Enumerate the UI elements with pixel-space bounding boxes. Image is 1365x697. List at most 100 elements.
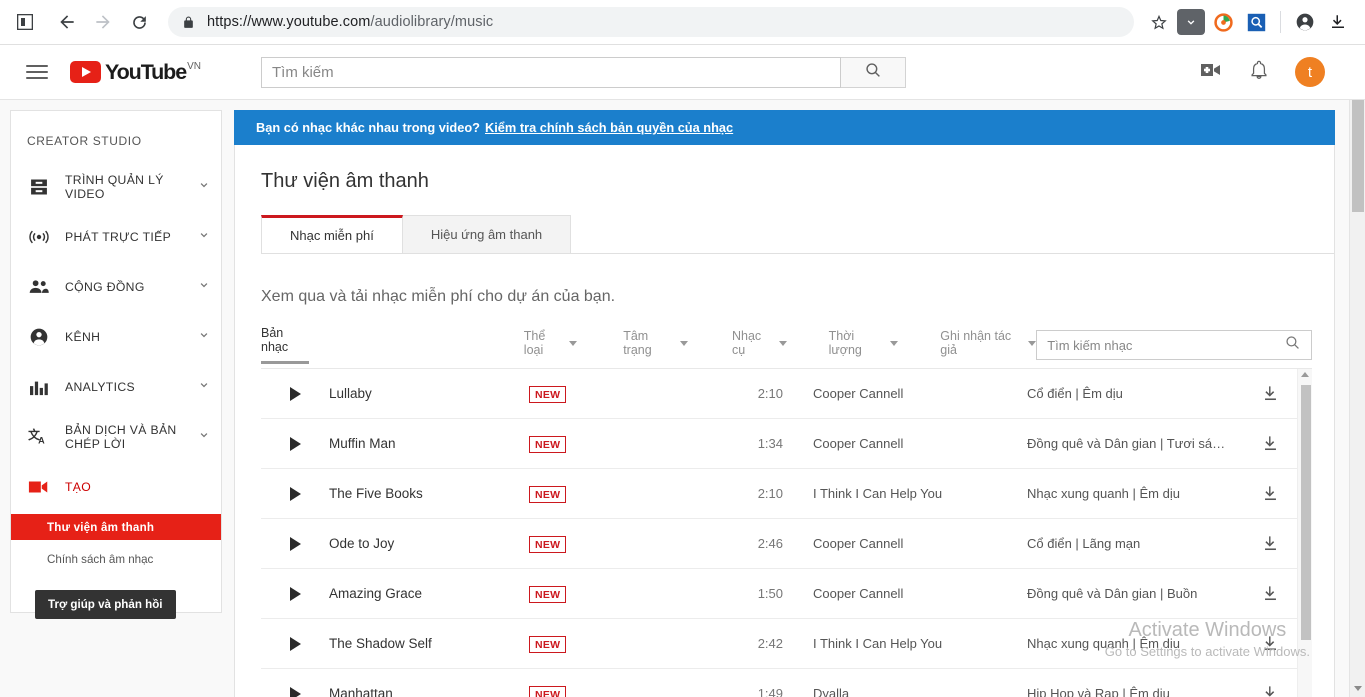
- filter-attribution[interactable]: Ghi nhận tác giả: [940, 329, 1037, 368]
- badge-cell: NEW: [529, 635, 729, 653]
- sidebar-subitem-music-policy[interactable]: Chính sách âm nhạc: [11, 546, 221, 572]
- chevron-down-icon[interactable]: [193, 178, 211, 197]
- create-video-red-icon: [27, 479, 51, 495]
- sidebar-item-create[interactable]: TẠO: [11, 462, 221, 512]
- play-triangle-icon: [289, 586, 301, 601]
- translate-icon: 文A: [27, 427, 51, 447]
- play-button[interactable]: [261, 386, 329, 401]
- star-icon[interactable]: [1144, 7, 1174, 37]
- download-button[interactable]: [1250, 484, 1290, 503]
- download-button[interactable]: [1250, 634, 1290, 653]
- play-button[interactable]: [261, 536, 329, 551]
- chevron-down-icon[interactable]: [193, 228, 211, 247]
- tab-restore-icon[interactable]: [12, 9, 38, 35]
- sidebar-item-analytics[interactable]: ANALYTICS: [11, 362, 221, 412]
- track-artist: I Think I Can Help You: [813, 636, 943, 651]
- chevron-down-icon[interactable]: [193, 378, 211, 397]
- table-row[interactable]: Ode to Joy NEW 2:46 Cooper Cannell Cổ điển |…: [261, 519, 1312, 569]
- status-badge: NEW: [529, 485, 567, 503]
- video-camera-plus-icon[interactable]: [1199, 60, 1223, 85]
- play-button[interactable]: [261, 436, 329, 451]
- play-button[interactable]: [261, 686, 329, 697]
- music-search-input[interactable]: [1047, 337, 1284, 353]
- browser-action-icons: [1144, 7, 1353, 37]
- sidebar-item-label: ANALYTICS: [65, 380, 135, 394]
- download-button[interactable]: [1250, 384, 1290, 403]
- play-button[interactable]: [261, 636, 329, 651]
- download-arrow-icon: [1264, 536, 1276, 551]
- downloads-tray-icon[interactable]: [1323, 7, 1353, 37]
- scroll-down-arrow-icon[interactable]: [1354, 686, 1362, 691]
- filter-label: Nhạc cụ: [731, 329, 762, 357]
- sidebar-item-label: TRÌNH QUẢN LÝ VIDEO: [65, 173, 164, 201]
- download-button[interactable]: [1250, 684, 1290, 697]
- scrollbar-thumb[interactable]: [1352, 100, 1364, 212]
- status-badge: NEW: [529, 535, 567, 553]
- chevron-down-icon[interactable]: [193, 328, 211, 347]
- page-scrollbar[interactable]: [1349, 100, 1365, 697]
- filter-genre[interactable]: Thể loại: [524, 329, 578, 368]
- avatar[interactable]: t: [1295, 57, 1325, 87]
- table-row[interactable]: Lullaby NEW 2:10 Cooper Cannell Cổ điển | Êm…: [261, 369, 1312, 419]
- lock-icon: [182, 15, 195, 30]
- sidebar-item-channel[interactable]: KÊNH: [11, 312, 221, 362]
- address-bar[interactable]: https://www.youtube.com/audiolibrary/mus…: [168, 7, 1134, 37]
- track-list-scrollbar[interactable]: [1297, 369, 1312, 697]
- tab-sound-effects[interactable]: Hiệu ứng âm thanh: [401, 215, 572, 253]
- sidebar-item-live-stream[interactable]: PHÁT TRỰC TIẾP: [11, 212, 221, 262]
- country-code-label: VN: [187, 61, 201, 72]
- profile-icon[interactable]: [1290, 7, 1320, 37]
- play-button[interactable]: [261, 586, 329, 601]
- sidebar-subitem-audio-library[interactable]: Thư viện âm thanh: [11, 514, 221, 540]
- play-triangle-icon: [289, 636, 301, 651]
- bell-icon[interactable]: [1249, 59, 1269, 86]
- youtube-logo[interactable]: YouTube VN: [70, 61, 201, 83]
- chevron-down-icon[interactable]: [193, 428, 211, 447]
- track-title: Amazing Grace: [329, 586, 423, 601]
- column-header-track[interactable]: Bản nhạc: [261, 326, 310, 364]
- search-input[interactable]: Tìm kiếm: [260, 56, 841, 88]
- scrollbar-thumb[interactable]: [1300, 385, 1311, 640]
- search-icon[interactable]: [1284, 334, 1301, 356]
- filter-instrument[interactable]: Nhạc cụ: [732, 329, 787, 368]
- play-button[interactable]: [261, 486, 329, 501]
- tab-free-music[interactable]: Nhạc miễn phí: [261, 215, 403, 253]
- search-button[interactable]: [840, 56, 906, 88]
- sidebar-item-translations[interactable]: 文A BẢN DỊCH VÀ BẢN CHÉP LỜI: [11, 412, 221, 462]
- track-list[interactable]: Lullaby NEW 2:10 Cooper Cannell Cổ điển | Êm…: [261, 368, 1312, 697]
- extension-search-blue-icon[interactable]: [1241, 7, 1271, 37]
- download-button[interactable]: [1250, 584, 1290, 603]
- play-triangle-icon: [289, 436, 301, 451]
- filter-mood[interactable]: Tâm trạng: [623, 329, 688, 368]
- table-row[interactable]: The Shadow Self NEW 2:42 I Think I Can Help…: [261, 619, 1312, 669]
- sidebar-item-video-manager[interactable]: TRÌNH QUẢN LÝ VIDEO: [11, 162, 221, 212]
- play-triangle-icon: [289, 536, 301, 551]
- community-people-icon: [27, 278, 51, 296]
- music-search-box[interactable]: [1036, 330, 1312, 360]
- track-duration: 1:49: [757, 686, 783, 697]
- table-row[interactable]: Amazing Grace NEW 1:50 Cooper Cannell Đồng q…: [261, 569, 1312, 619]
- sidebar-item-community[interactable]: CỘNG ĐỒNG: [11, 262, 221, 312]
- help-feedback-button[interactable]: Trợ giúp và phản hồi: [35, 590, 176, 619]
- table-row[interactable]: The Five Books NEW 2:10 I Think I Can Help …: [261, 469, 1312, 519]
- page-subtitle: Xem qua và tải nhạc miễn phí cho dự án c…: [261, 288, 616, 305]
- track-genre: Nhạc xung quanh | Êm dịu: [1027, 636, 1180, 651]
- download-button[interactable]: [1250, 434, 1290, 453]
- download-button[interactable]: [1250, 534, 1290, 553]
- back-arrow-icon[interactable]: [52, 7, 82, 37]
- tab-label: Hiệu ứng âm thanh: [430, 227, 543, 242]
- reload-icon[interactable]: [124, 7, 154, 37]
- forward-arrow-icon[interactable]: [88, 7, 118, 37]
- table-row[interactable]: Muffin Man NEW 1:34 Cooper Cannell Đồng quê …: [261, 419, 1312, 469]
- scroll-up-arrow-icon[interactable]: [1301, 372, 1309, 377]
- play-triangle-icon: [289, 386, 301, 401]
- notice-link[interactable]: Kiểm tra chính sách bản quyền của nhạc: [485, 120, 733, 135]
- chevron-down-icon[interactable]: [193, 278, 211, 297]
- track-duration: 2:10: [757, 486, 783, 501]
- hamburger-menu-icon[interactable]: [26, 65, 48, 79]
- table-row[interactable]: Manhattan NEW 1:49 Dyalla Hip Hop và Rap | Ê…: [261, 669, 1312, 697]
- filter-duration[interactable]: Thời lượng: [829, 329, 899, 368]
- download-icon[interactable]: [1177, 9, 1205, 35]
- extension-orange-icon[interactable]: [1208, 7, 1238, 37]
- sidebar-item-label: PHÁT TRỰC TIẾP: [65, 230, 172, 244]
